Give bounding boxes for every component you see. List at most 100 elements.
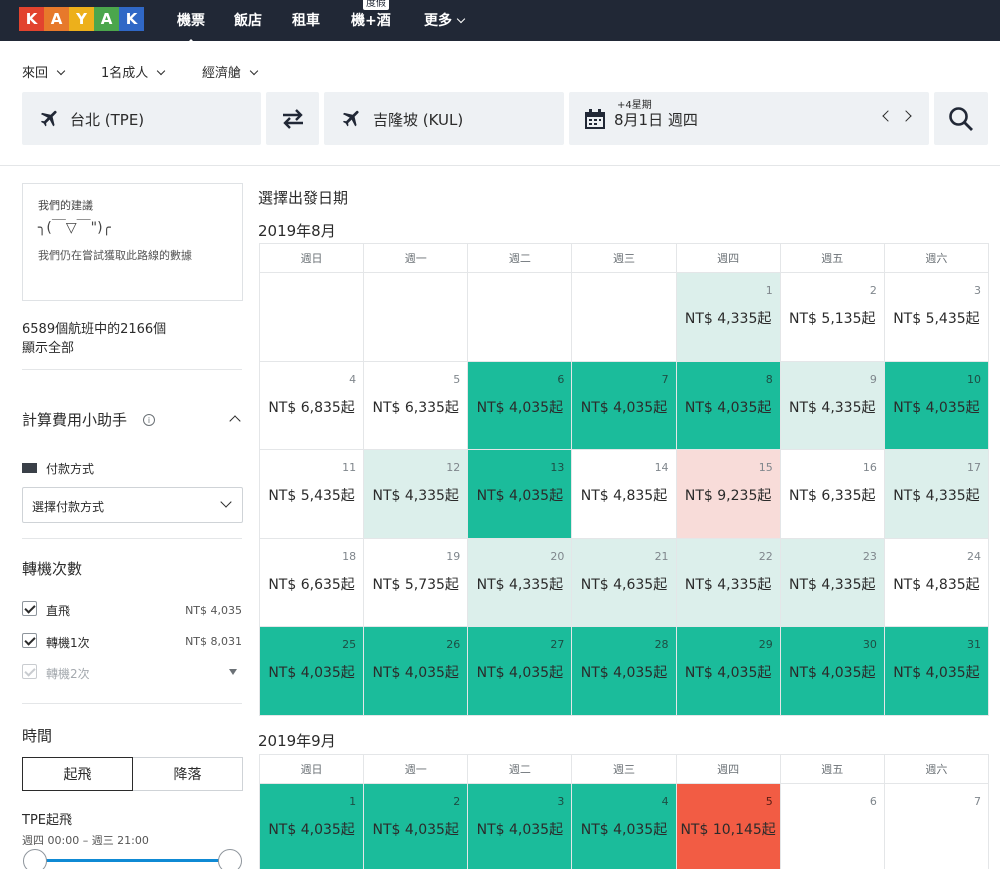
calendar-day-cell[interactable]: 18 NT$ 6,635起	[260, 538, 365, 627]
swap-button[interactable]	[266, 92, 319, 145]
day-number: 29	[758, 638, 773, 651]
stops-one-price: NT$ 8,031	[185, 635, 242, 648]
calendar-empty-cell	[572, 273, 677, 362]
stops-one-checkbox[interactable]	[22, 633, 37, 648]
destination-field[interactable]: 吉隆坡 (KUL)	[324, 92, 564, 145]
calendar-day-cell[interactable]: 11 NT$ 5,435起	[260, 450, 365, 539]
calendar-day-cell[interactable]: 7	[884, 784, 989, 869]
calendar-day-cell[interactable]: 31 NT$ 4,035起	[884, 627, 989, 716]
calendar-day-cell[interactable]: 7 NT$ 4,035起	[572, 361, 677, 450]
stops-nonstop-label: 直飛	[46, 604, 71, 618]
calendar-day-cell[interactable]: 2 NT$ 4,035起	[364, 784, 469, 869]
calendar-day-cell[interactable]: 12 NT$ 4,335起	[364, 450, 469, 539]
day-number: 2	[869, 284, 877, 297]
calendar-day-cell[interactable]: 3 NT$ 5,435起	[884, 273, 989, 362]
weekday-mon: 週一	[364, 244, 469, 273]
calendar-day-cell[interactable]: 8 NT$ 4,035起	[676, 361, 781, 450]
date-field[interactable]: +4星期 8月1日 週四	[569, 92, 929, 145]
logo-letter: A	[44, 7, 69, 31]
day-number: 24	[967, 549, 981, 563]
day-price: NT$ 4,335起	[684, 576, 772, 593]
nav-flight-hotel[interactable]: 機+酒	[351, 10, 391, 30]
suggestion-message: 我們仍在嘗試獲取此路線的數據	[38, 249, 192, 262]
info-icon[interactable]: i	[143, 414, 155, 426]
time-slider-end-handle[interactable]	[218, 849, 242, 869]
nav-more[interactable]: 更多	[424, 10, 466, 30]
calendar-day-cell[interactable]: 29 NT$ 4,035起	[676, 627, 781, 716]
day-number: 21	[654, 549, 669, 563]
day-price: NT$ 4,035起	[893, 665, 980, 681]
calendar-day-cell[interactable]: 6 NT$ 4,035起	[468, 361, 573, 450]
calendar-day-cell[interactable]: 3 NT$ 4,035起	[468, 784, 573, 869]
chevron-up-icon	[229, 415, 241, 427]
calendar-day-cell[interactable]: 14 NT$ 4,835起	[572, 450, 677, 539]
calendar-august: 週日 週一 週二 週三 週四 週五 週六 1 NT$ 4,335起 2 NT$ 5,1…	[259, 243, 989, 716]
chevron-down-icon	[157, 66, 166, 76]
day-number: 7	[661, 372, 669, 386]
calendar-day-cell[interactable]: 24 NT$ 4,835起	[884, 538, 989, 627]
weekday-wed: 週三	[572, 244, 677, 273]
logo-letter: K	[119, 7, 144, 31]
travelers-dropdown[interactable]: 1名成人	[101, 62, 166, 81]
search-button[interactable]	[934, 92, 988, 145]
kayak-logo[interactable]: KAYAK	[19, 7, 144, 31]
trip-type-dropdown[interactable]: 來回	[22, 62, 66, 81]
calendar-day-cell[interactable]: 26 NT$ 4,035起	[364, 627, 469, 716]
weekday-sun: 週日	[260, 755, 365, 784]
calendar-day-cell[interactable]: 6	[780, 784, 885, 869]
fee-helper-header[interactable]: 計算費用小助手 i	[22, 405, 243, 435]
calendar-day-cell[interactable]: 30 NT$ 4,035起	[780, 627, 885, 716]
day-number: 25	[342, 638, 357, 651]
weekday-tue: 週二	[468, 755, 573, 784]
day-number: 16	[862, 461, 877, 474]
nav-cars[interactable]: 租車	[292, 10, 320, 30]
payment-label: 付款方式	[46, 462, 95, 476]
time-slider-track[interactable]	[36, 859, 230, 862]
day-number: 30	[862, 638, 877, 651]
toggle-arrival[interactable]: 降落	[133, 757, 243, 791]
cabin-dropdown[interactable]: 經濟艙	[202, 62, 259, 81]
stops-nonstop-checkbox[interactable]	[22, 601, 37, 616]
calendar-day-cell[interactable]: 28 NT$ 4,035起	[572, 627, 677, 716]
calendar-day-cell[interactable]: 4 NT$ 4,035起	[572, 784, 677, 869]
calendar-day-cell[interactable]: 9 NT$ 4,335起	[780, 361, 885, 450]
calendar-day-cell[interactable]: 19 NT$ 5,735起	[364, 538, 469, 627]
day-number: 3	[557, 795, 565, 808]
day-price: NT$ 4,335起	[684, 311, 772, 327]
nav-hotels[interactable]: 飯店	[234, 10, 262, 30]
calendar-day-cell[interactable]: 16 NT$ 6,335起	[780, 450, 885, 539]
calendar-day-cell[interactable]: 25 NT$ 4,035起	[260, 627, 365, 716]
calendar-day-cell[interactable]: 1 NT$ 4,035起	[260, 784, 365, 869]
nav-flights[interactable]: 機票	[177, 10, 205, 44]
calendar-day-cell[interactable]: 10 NT$ 4,035起	[884, 361, 989, 450]
toggle-departure[interactable]: 起飛	[22, 757, 133, 791]
next-date-icon[interactable]	[900, 110, 912, 122]
day-price: NT$ 4,035起	[580, 822, 668, 838]
day-price: NT$ 4,335起	[789, 576, 876, 593]
payment-method-select[interactable]: 選擇付款方式	[22, 487, 243, 523]
calendar-day-cell[interactable]: 5 NT$ 6,335起	[364, 361, 469, 450]
calendar-empty-cell	[364, 273, 469, 362]
calendar-day-cell[interactable]: 4 NT$ 6,835起	[260, 361, 365, 450]
calendar-day-cell[interactable]: 21 NT$ 4,635起	[572, 538, 677, 627]
day-number: 3	[974, 284, 981, 297]
day-number: 12	[446, 461, 461, 474]
origin-field[interactable]: 台北 (TPE)	[22, 92, 261, 145]
calendar-day-cell[interactable]: 17 NT$ 4,335起	[884, 450, 989, 539]
show-all-link[interactable]: 顯示全部	[22, 337, 74, 356]
day-price: NT$ 4,035起	[476, 399, 564, 416]
calendar-day-cell[interactable]: 27 NT$ 4,035起	[468, 627, 573, 716]
calendar-day-cell[interactable]: 23 NT$ 4,335起	[780, 538, 885, 627]
stops-title: 轉機次數	[22, 560, 83, 578]
day-price: NT$ 4,335起	[893, 488, 980, 504]
calendar-day-cell[interactable]: 13 NT$ 4,035起	[468, 450, 573, 539]
calendar-day-cell[interactable]: 5 NT$ 10,145起	[676, 784, 781, 869]
prev-date-icon[interactable]	[882, 110, 894, 122]
calendar-day-cell[interactable]: 22 NT$ 4,335起	[676, 538, 781, 627]
destination-value: 吉隆坡 (KUL)	[373, 111, 464, 129]
calendar-day-cell[interactable]: 1 NT$ 4,335起	[676, 273, 781, 362]
calendar-day-cell[interactable]: 20 NT$ 4,335起	[468, 538, 573, 627]
calendar-day-cell[interactable]: 2 NT$ 5,135起	[780, 273, 885, 362]
calendar-day-cell[interactable]: 15 NT$ 9,235起	[676, 450, 781, 539]
time-slider-start-handle[interactable]	[23, 849, 47, 869]
